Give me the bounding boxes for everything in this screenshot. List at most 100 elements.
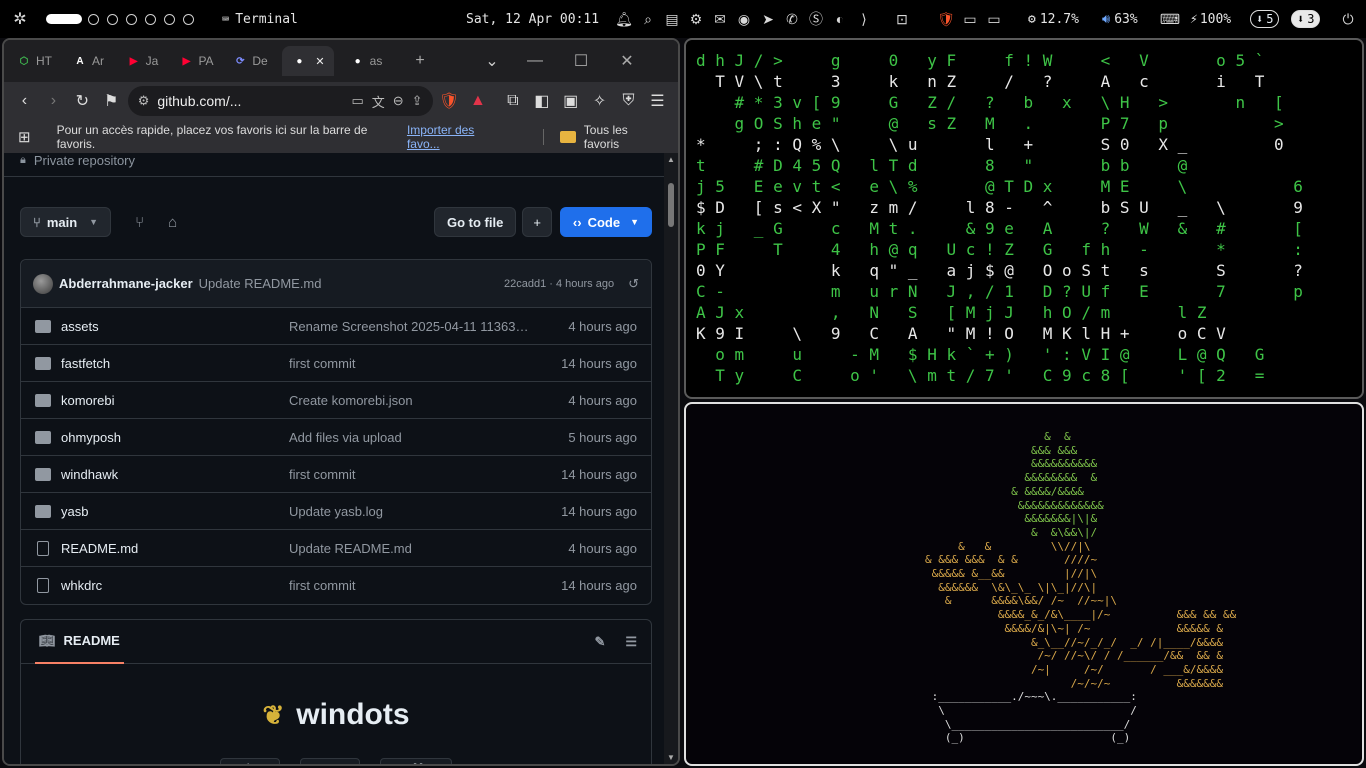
file-commit-time[interactable]: 4 hours ago <box>529 541 637 556</box>
screenshot-icon[interactable]: ⊡ <box>894 11 910 27</box>
history-icon[interactable]: ↺ <box>628 276 639 292</box>
terminal-matrix-pane[interactable]: d h J / > g 0 y F f ! W < V o 5 ` T V \ … <box>684 38 1364 399</box>
file-commit-message[interactable]: Rename Screenshot 2025-04-11 113636... <box>289 319 529 334</box>
readme-pill-link[interactable]: ▣ Gallery <box>380 758 453 764</box>
active-window-title[interactable]: ⌨ Terminal <box>222 12 298 27</box>
edit-pencil-icon[interactable]: ✎ <box>594 634 605 650</box>
workspace-dot[interactable] <box>183 13 194 25</box>
back-icon[interactable]: ‹ <box>12 87 37 115</box>
cast-icon[interactable]: ▭ <box>351 93 363 109</box>
discord-icon[interactable]: ◉ <box>736 11 752 27</box>
file-commit-message[interactable]: Update README.md <box>289 541 529 556</box>
browser-tab[interactable]: ● as <box>344 46 388 76</box>
share-icon[interactable]: ⇪ <box>412 93 423 109</box>
telegram-icon[interactable]: ➤ <box>760 11 776 27</box>
monitor-icon[interactable]: ▤ <box>664 11 680 27</box>
scrollbar-thumb[interactable] <box>668 183 674 227</box>
firefox-icon[interactable]: ◐ <box>832 11 848 27</box>
readme-pill-link[interactable]: ⚒ Setup <box>299 758 361 764</box>
file-commit-time[interactable]: 14 hours ago <box>529 467 637 482</box>
cpu-widget[interactable]: ⚙ 12.7% <box>1028 12 1079 27</box>
workspace-dot[interactable] <box>126 13 137 25</box>
scroll-down-arrow-icon[interactable]: ▼ <box>667 753 675 762</box>
all-bookmarks-button[interactable]: Tous les favoris <box>584 123 664 151</box>
file-name[interactable]: whkdrc <box>61 578 289 593</box>
file-row[interactable]: yasb Update yasb.log 14 hours ago <box>21 493 651 530</box>
brave-shields-icon[interactable]: 🛡︎ <box>437 87 462 115</box>
file-commit-time[interactable]: 4 hours ago <box>529 319 637 334</box>
clock[interactable]: Sat, 12 Apr 00:11 <box>466 12 599 27</box>
file-commit-time[interactable]: 14 hours ago <box>529 578 637 593</box>
updates-badge-b[interactable]: ⬇ 3 <box>1291 10 1321 28</box>
file-row[interactable]: assets Rename Screenshot 2025-04-11 11363… <box>21 308 651 345</box>
search-icon[interactable]: ⌕ <box>640 11 656 27</box>
workspace-dot[interactable] <box>164 13 175 25</box>
readme-pill-link[interactable]: ♥ About <box>219 758 280 764</box>
file-row[interactable]: whkdrc first commit 14 hours ago <box>21 567 651 604</box>
address-bar[interactable]: ⚙ github.com/... ▭ 文 ⊖ ⇪ <box>127 86 433 116</box>
menu-icon[interactable]: ☰ <box>645 87 670 115</box>
branches-icon[interactable]: ⑂ <box>135 214 144 231</box>
file-commit-message[interactable]: first commit <box>289 578 529 593</box>
wallet-icon[interactable]: ▣ <box>558 87 583 115</box>
leo-ai-icon[interactable]: ✧ <box>587 87 612 115</box>
commit-message[interactable]: Update README.md <box>199 276 504 291</box>
go-to-file-button[interactable]: Go to file <box>433 207 517 237</box>
settings-icon[interactable]: ⚙ <box>688 11 704 27</box>
browser-tab[interactable]: ▶ PA <box>174 46 218 76</box>
import-bookmarks-link[interactable]: Importer des favo... <box>407 123 507 151</box>
file-name[interactable]: yasb <box>61 504 289 519</box>
file-commit-message[interactable]: Create komorebi.json <box>289 393 529 408</box>
avatar[interactable] <box>33 273 53 294</box>
translate-icon[interactable]: 文 <box>372 92 385 111</box>
minimize-button[interactable]: — <box>512 52 558 70</box>
close-window-button[interactable]: ✕ <box>604 51 650 71</box>
maximize-button[interactable]: ☐ <box>558 51 604 71</box>
vpn-icon[interactable]: ⛨ <box>616 87 641 115</box>
file-commit-time[interactable]: 14 hours ago <box>529 356 637 371</box>
file-commit-time[interactable]: 14 hours ago <box>529 504 637 519</box>
browser-tab[interactable]: A Ar <box>66 46 110 76</box>
workspace-active-indicator[interactable] <box>46 14 82 24</box>
page-scrollbar[interactable]: ▲ ▼ <box>664 153 678 764</box>
power-icon[interactable]: ⏻ <box>1340 11 1356 27</box>
keyboard-icon[interactable]: ⌨ <box>1160 11 1180 27</box>
battery-widget[interactable]: ⚡ 100% <box>1190 12 1231 27</box>
workspace-dot[interactable] <box>88 13 99 25</box>
file-commit-message[interactable]: Add files via upload <box>289 430 529 445</box>
file-row[interactable]: README.md Update README.md 4 hours ago <box>21 530 651 567</box>
file-commit-message[interactable]: first commit <box>289 356 529 371</box>
outline-list-icon[interactable]: ☰ <box>625 634 637 650</box>
sidebar-icon[interactable]: ◧ <box>529 87 554 115</box>
file-name[interactable]: fastfetch <box>61 356 289 371</box>
file-row[interactable]: windhawk first commit 14 hours ago <box>21 456 651 493</box>
commit-meta[interactable]: 22cadd1 · 4 hours ago <box>504 278 614 290</box>
tab-list-chevron-icon[interactable]: ⌄ <box>478 47 506 75</box>
file-row[interactable]: ohmyposh Add files via upload 5 hours ago <box>21 419 651 456</box>
file-name[interactable]: komorebi <box>61 393 289 408</box>
vscode-icon[interactable]: ⟩ <box>856 11 872 27</box>
extensions-icon[interactable]: ⧉ <box>500 87 525 115</box>
browser-tab[interactable]: ⬡ HT <box>12 46 56 76</box>
scroll-up-arrow-icon[interactable]: ▲ <box>667 155 675 164</box>
apps-grid-icon[interactable]: ⊞ <box>18 128 31 146</box>
brave-icon[interactable]: 🛡︎ <box>937 11 955 27</box>
mail-icon[interactable]: ✉ <box>712 11 728 27</box>
file-name[interactable]: windhawk <box>61 467 289 482</box>
code-button[interactable]: ‹› Code ▼ <box>559 207 652 237</box>
bookmark-icon[interactable]: ⚑ <box>99 87 124 115</box>
close-tab-icon[interactable]: ✕ <box>315 55 324 68</box>
terminal-app-icon[interactable]: ▭ <box>962 11 978 27</box>
file-row[interactable]: fastfetch first commit 14 hours ago <box>21 345 651 382</box>
readme-tab[interactable]: 📖︎ README <box>35 620 124 664</box>
file-commit-time[interactable]: 4 hours ago <box>529 393 637 408</box>
terminal-app-icon-2[interactable]: ▭ <box>986 11 1002 27</box>
volume-widget[interactable]: 🔊︎ 63% <box>1102 12 1138 27</box>
file-name[interactable]: ohmyposh <box>61 430 289 445</box>
file-commit-message[interactable]: Update yasb.log <box>289 504 529 519</box>
browser-tab[interactable]: ⟳ De <box>228 46 272 76</box>
zoom-icon[interactable]: ⊖ <box>393 93 404 109</box>
add-file-button[interactable]: + <box>522 207 552 237</box>
notification-bell-icon[interactable]: 🔔︎ <box>615 11 633 27</box>
site-info-icon[interactable]: ⚙ <box>138 93 150 109</box>
